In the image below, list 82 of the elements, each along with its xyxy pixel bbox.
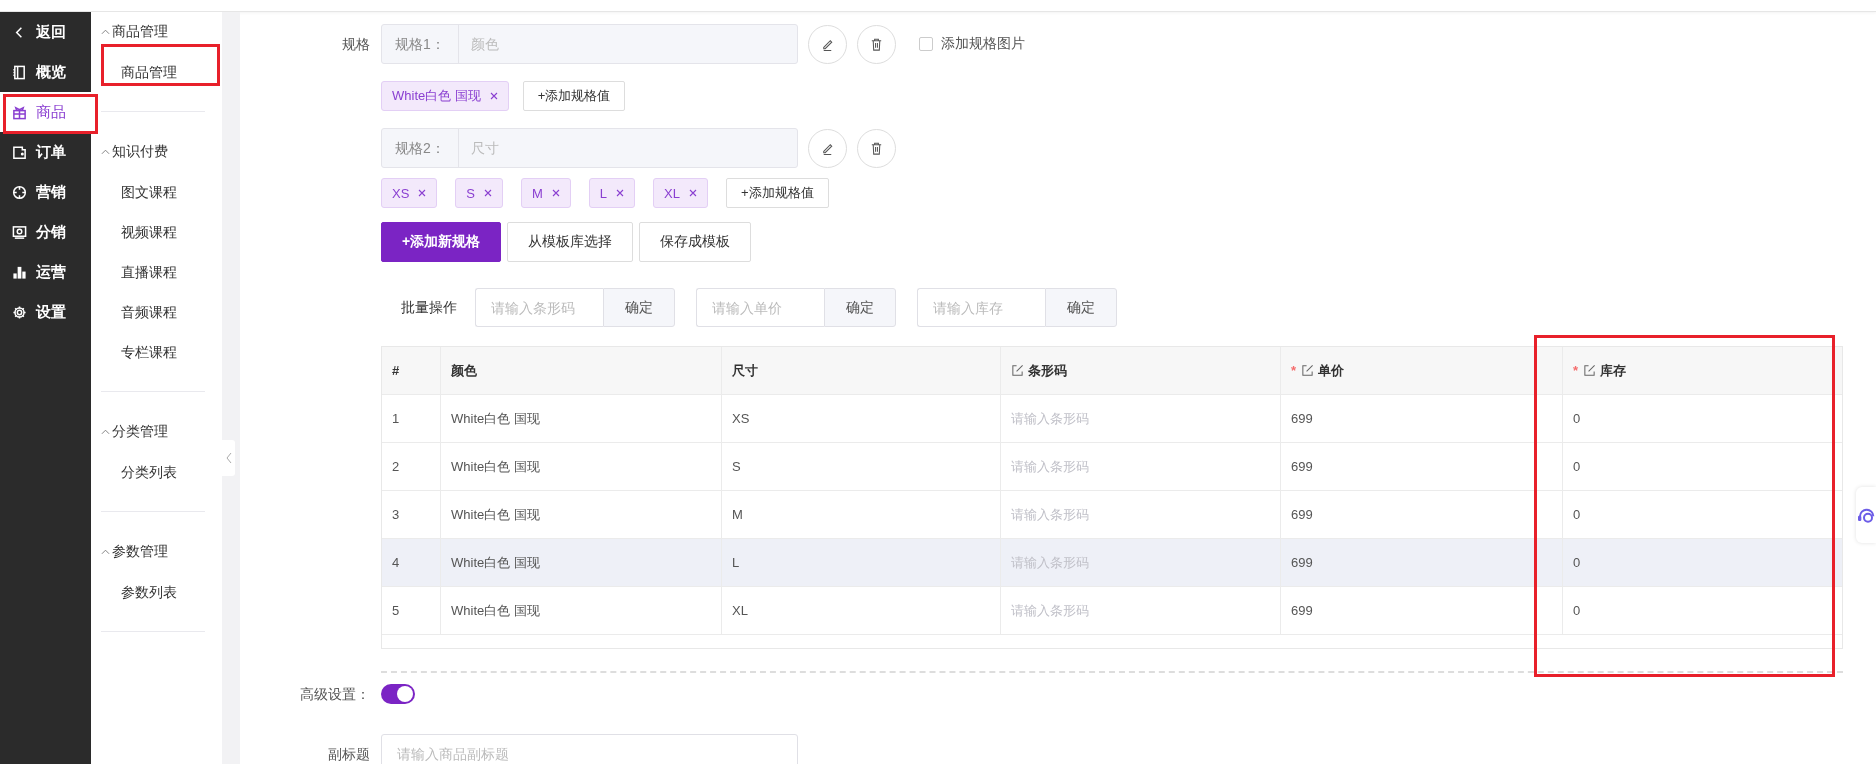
column-header: # (382, 347, 441, 394)
crosshair-icon (12, 184, 27, 200)
sidebar-link[interactable]: 专栏课程 (101, 332, 205, 372)
sidebar-link[interactable]: 商品管理 (101, 52, 205, 92)
caret-icon (101, 149, 110, 155)
sidebar-link[interactable]: 参数列表 (101, 572, 205, 612)
required-mark: * (1291, 363, 1297, 378)
wallet-icon (12, 144, 27, 160)
caret-icon (101, 429, 110, 435)
edit-icon (1301, 364, 1315, 377)
column-header: 尺寸 (722, 347, 1001, 394)
add-value-button[interactable]: +添加规格值 (726, 178, 829, 208)
edit-icon (1583, 364, 1597, 377)
batch-input-field[interactable]: 请输入库存 (917, 288, 1045, 327)
field-label: 高级设置： (299, 685, 370, 704)
close-icon[interactable] (484, 189, 492, 197)
sidebar-item[interactable]: 概览 (0, 52, 91, 92)
spec-value-tag[interactable]: XS (381, 178, 438, 208)
monitor-icon (12, 224, 27, 240)
batch-input-field[interactable]: 请输入单价 (696, 288, 824, 327)
required-mark: * (1573, 363, 1579, 378)
toggle-switch[interactable] (381, 684, 415, 704)
column-header: 颜色 (441, 347, 722, 394)
caret-icon (101, 29, 110, 35)
column-header: 条形码 (1001, 347, 1281, 394)
sidebar-link[interactable]: 分类列表 (101, 452, 205, 492)
close-icon[interactable] (418, 189, 427, 197)
trash-icon (869, 36, 884, 52)
batch-input-field[interactable]: 请输入条形码 (475, 288, 603, 327)
caret-icon (101, 549, 110, 555)
table-row[interactable]: 3 White白色 国现 M 请输入条形码 699 0 (382, 491, 1842, 539)
batch-label: 批量操作 (401, 298, 457, 317)
trash-icon (869, 140, 884, 156)
sidebar-link[interactable]: 直播课程 (101, 252, 205, 292)
settings-icon (12, 304, 27, 320)
group-header[interactable]: 知识付费 (101, 132, 205, 172)
bar-chart-icon (12, 264, 27, 280)
table-row[interactable]: 5 White白色 国现 XL 请输入条形码 699 0 (382, 587, 1842, 635)
field-label: 副标题 (327, 745, 370, 764)
spec-value-tag[interactable]: XL (653, 178, 708, 208)
sidebar-link[interactable]: 视频课程 (101, 212, 205, 252)
collapse-handle[interactable] (222, 440, 235, 476)
chevron-left-icon (225, 452, 232, 464)
subtitle-field[interactable]: 请输入商品副标题 (381, 734, 798, 764)
confirm-button[interactable]: 确定 (824, 288, 896, 327)
sidebar-item[interactable]: 营销 (0, 172, 91, 212)
sidebar-item[interactable]: 订单 (0, 132, 91, 172)
delete-button[interactable] (857, 24, 896, 64)
sidebar-link[interactable]: 音频课程 (101, 292, 205, 332)
group-header[interactable]: 分类管理 (101, 412, 205, 452)
spec-value-tag[interactable]: M (521, 178, 571, 208)
sidebar-link[interactable]: 图文课程 (101, 172, 205, 212)
sidebar-item[interactable]: 运营 (0, 252, 91, 292)
customer-service-button[interactable] (1856, 487, 1876, 543)
table-row[interactable]: 2 White白色 国现 S 请输入条形码 699 0 (382, 443, 1842, 491)
confirm-button[interactable]: 确定 (603, 288, 675, 327)
group-header[interactable]: 参数管理 (101, 532, 205, 572)
close-icon[interactable] (551, 189, 560, 197)
delete-button[interactable] (857, 128, 896, 168)
gift-icon (12, 104, 27, 120)
close-icon[interactable] (689, 189, 697, 197)
action-button[interactable]: +添加新规格 (381, 222, 502, 262)
spec-image-checkbox[interactable]: 添加规格图片 (919, 35, 1025, 53)
group-header[interactable]: 商品管理 (101, 12, 205, 52)
spec-value-tag[interactable]: S (455, 178, 503, 208)
spec-value-tag[interactable]: White白色 国现 (381, 81, 509, 111)
action-button[interactable]: 保存成模板 (639, 222, 752, 262)
book-icon (12, 64, 27, 80)
table-row[interactable]: 1 White白色 国现 XS 请输入条形码 699 0 (382, 395, 1842, 443)
sidebar-item[interactable]: 设置 (0, 292, 91, 332)
close-icon[interactable] (616, 189, 625, 197)
spec-value-tag[interactable]: L (588, 178, 636, 208)
column-header: * 单价 (1281, 347, 1563, 394)
field-label: 规格 (341, 35, 370, 54)
column-header: * 库存 (1572, 361, 1628, 380)
edit-icon (1011, 364, 1024, 377)
add-value-button[interactable]: +添加规格值 (522, 81, 626, 111)
action-button[interactable]: 从模板库选择 (507, 222, 634, 262)
sidebar-item[interactable]: 返回 (0, 12, 91, 52)
close-icon[interactable] (489, 92, 498, 100)
sidebar-item[interactable]: 分销 (0, 212, 91, 252)
confirm-button[interactable]: 确定 (1045, 288, 1117, 327)
